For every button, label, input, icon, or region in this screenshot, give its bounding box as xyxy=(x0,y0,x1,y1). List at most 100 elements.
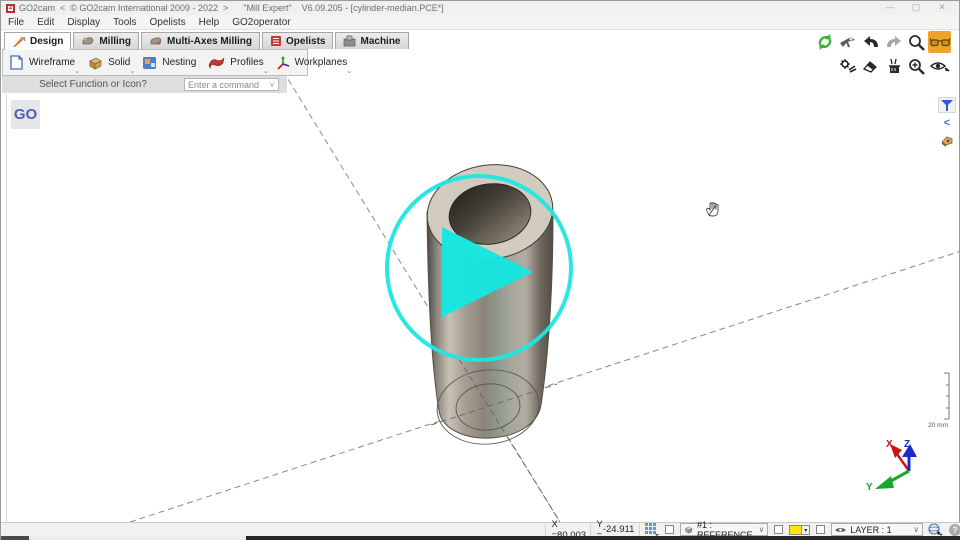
strip-segment-left xyxy=(1,536,29,540)
layer-select[interactable]: LAYER : 1 ∨ xyxy=(831,523,923,536)
refresh-icon xyxy=(816,33,834,51)
undo-icon xyxy=(862,35,880,50)
tool-label: Nesting xyxy=(162,57,196,68)
chevron-down-icon: ∨ xyxy=(913,525,919,534)
grid-icon xyxy=(645,523,659,536)
layer-checkbox[interactable] xyxy=(816,525,825,534)
tools-icon xyxy=(839,58,857,74)
zoom-icon xyxy=(908,34,925,51)
tab-label: Design xyxy=(30,36,63,47)
solid-button[interactable]: Solid ⌄ xyxy=(81,50,136,75)
design-toolbar: Wireframe ⌄ Solid ⌄ Nesting xyxy=(2,49,308,76)
tab-label: Opelists xyxy=(286,36,325,47)
status-message-area xyxy=(1,523,545,536)
measure-button[interactable] xyxy=(836,31,859,53)
redo-button[interactable] xyxy=(882,31,905,53)
scale-ruler xyxy=(944,373,949,419)
visibility-button[interactable] xyxy=(928,55,951,77)
command-input-value: Enter a command xyxy=(188,80,259,90)
zoom-extents-button[interactable] xyxy=(905,55,928,77)
zoom-button[interactable] xyxy=(905,31,928,53)
bottom-strip xyxy=(1,536,960,540)
clean-button[interactable] xyxy=(882,55,905,77)
tool-label: Wireframe xyxy=(29,57,75,68)
tool-label: Workplanes xyxy=(295,57,348,68)
command-input[interactable]: Enter a command ∨ xyxy=(184,78,279,91)
y-coordinate-readout: Y =-24.911 xyxy=(590,524,640,536)
tab-opelists[interactable]: Opelists xyxy=(262,32,333,49)
zoom-plus-icon xyxy=(908,58,925,75)
analysis-button[interactable] xyxy=(836,55,859,77)
design-icon xyxy=(12,36,26,48)
grid-toggle-button[interactable] xyxy=(645,523,659,536)
solid-icon xyxy=(87,56,103,70)
glasses-icon xyxy=(930,35,950,49)
sphere-icon xyxy=(928,523,943,536)
help-button[interactable]: ? xyxy=(949,524,960,536)
go-logo[interactable]: GO xyxy=(11,100,40,129)
viewport-left-edge xyxy=(6,93,7,522)
collapse-panel-button[interactable]: < xyxy=(938,115,956,131)
tab-label: Multi-Axes Milling xyxy=(167,36,252,47)
reference-checkbox[interactable] xyxy=(665,525,674,534)
chevron-down-icon: ∨ xyxy=(759,525,765,534)
redo-icon xyxy=(885,35,903,50)
axis-z-label: Z xyxy=(904,439,910,450)
multi-axes-milling-icon xyxy=(149,35,163,47)
chevron-down-icon[interactable]: ⌄ xyxy=(263,67,269,75)
status-bar: X =80.003 Y =-24.911 #1 : REFERENCE xyxy=(1,522,960,536)
eye-icon xyxy=(930,59,950,73)
reference-select[interactable]: #1 : REFERENCE ∨ xyxy=(680,523,768,536)
cube-icon xyxy=(684,525,693,535)
profiles-icon xyxy=(208,56,225,69)
tab-machine[interactable]: Machine xyxy=(335,32,408,49)
filter-button[interactable] xyxy=(938,97,956,113)
command-bar: Select Function or Icon? Enter a command… xyxy=(2,76,287,93)
color-swatch[interactable] xyxy=(789,525,802,535)
hand-cursor-icon xyxy=(707,203,718,216)
tab-design[interactable]: Design xyxy=(4,32,71,50)
filter-icon xyxy=(941,100,953,111)
chevron-down-icon[interactable]: ⌄ xyxy=(74,67,80,75)
chevron-down-icon[interactable]: ⌄ xyxy=(346,67,352,75)
machine-icon xyxy=(343,35,356,47)
app-window: 20 mm X Z Y 2 GO2cam < © GO2cam Internat… xyxy=(0,0,960,540)
wireframe-icon xyxy=(9,55,24,70)
material-button[interactable] xyxy=(938,133,956,149)
axis-triad: X Z Y xyxy=(866,439,917,493)
right-panel: < xyxy=(937,97,957,151)
profiles-button[interactable]: Profiles ⌄ xyxy=(202,50,269,75)
quick-tools-row2 xyxy=(836,55,951,77)
chevron-down-icon[interactable]: ∨ xyxy=(269,80,275,89)
tab-label: Machine xyxy=(360,36,400,47)
nesting-button[interactable]: Nesting xyxy=(136,50,202,75)
color-checkbox[interactable] xyxy=(774,525,783,534)
wireframe-button[interactable]: Wireframe ⌄ xyxy=(3,50,81,75)
undo-button[interactable] xyxy=(859,31,882,53)
milling-icon xyxy=(81,35,95,47)
tab-milling[interactable]: Milling xyxy=(73,32,139,49)
eraser-icon xyxy=(862,59,879,74)
ribbon-tabs: Design Milling Multi-Axes Milling Opel xyxy=(4,32,411,49)
chevron-left-icon: < xyxy=(944,118,950,128)
refresh-button[interactable] xyxy=(813,31,836,53)
tab-multi-axes-milling[interactable]: Multi-Axes Milling xyxy=(141,32,260,49)
caliper-icon xyxy=(839,34,857,50)
workplanes-button[interactable]: Workplanes ⌄ xyxy=(270,50,354,75)
view-sphere-button[interactable] xyxy=(928,523,943,536)
color-dropdown-button[interactable]: ▾ xyxy=(802,525,810,535)
layer-value: LAYER : 1 xyxy=(850,525,891,535)
view-glasses-button[interactable] xyxy=(928,31,951,53)
chevron-down-icon[interactable]: ⌄ xyxy=(130,67,136,75)
axis-x-label: X xyxy=(886,439,893,450)
tool-label: Solid xyxy=(108,57,130,68)
tab-label: Milling xyxy=(99,36,131,47)
strip-segment-right xyxy=(246,536,960,540)
workplanes-icon xyxy=(276,56,290,70)
tool-label: Profiles xyxy=(230,57,263,68)
erase-button[interactable] xyxy=(859,55,882,77)
command-prompt: Select Function or Icon? xyxy=(2,79,184,90)
clean-icon xyxy=(886,58,902,74)
nesting-icon xyxy=(142,56,157,70)
x-coordinate-readout: X =80.003 xyxy=(545,524,590,536)
